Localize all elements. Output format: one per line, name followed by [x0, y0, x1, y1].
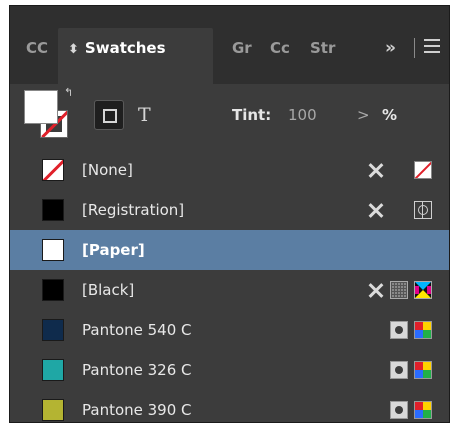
swatch-chip-black — [42, 279, 64, 301]
tab-swatches-label: Swatches — [84, 39, 166, 57]
swatch-controls-row: ↰ T Tint: > % — [10, 84, 449, 150]
panel-tab-bar: CC ⬍ Swatches Gr Cc Str » — [10, 6, 449, 84]
color-mode-icon — [414, 401, 432, 419]
tab-divider — [414, 38, 415, 58]
swatch-name: Pantone 540 C — [82, 321, 192, 339]
spot-color-icon — [390, 321, 408, 339]
swatch-row-black[interactable]: [Black] — [10, 270, 449, 310]
color-mode-icon — [414, 361, 432, 379]
swatch-row-paper[interactable]: [Paper] — [10, 230, 449, 270]
swatch-name: Pantone 326 C — [82, 361, 192, 379]
tab-overflow-chevron-icon[interactable]: » — [385, 28, 396, 68]
tint-slider-arrow-icon[interactable]: > — [357, 98, 370, 132]
magenta-segment — [415, 286, 419, 294]
tab-stroke[interactable]: Str — [310, 28, 346, 68]
no-edit-pencil-icon — [366, 161, 384, 179]
no-edit-pencil-icon — [366, 201, 384, 219]
spot-color-icon — [390, 361, 408, 379]
swatch-chip-pantone-326 — [42, 359, 64, 381]
tab-swatches[interactable]: ⬍ Swatches — [58, 28, 213, 84]
container-square-icon — [103, 109, 117, 123]
swatch-name: [None] — [82, 161, 133, 179]
tab-color[interactable]: Cc — [270, 28, 294, 68]
magenta-segment — [427, 286, 431, 294]
swatch-chip-none — [42, 159, 64, 181]
color-mode-icon — [414, 321, 432, 339]
formatting-affects-text-button[interactable]: T — [138, 98, 158, 132]
spot-color-icon — [390, 401, 408, 419]
swatch-row-registration[interactable]: [Registration] — [10, 190, 449, 230]
panel-menu-icon[interactable] — [424, 39, 440, 55]
swatch-name: [Registration] — [82, 201, 185, 219]
fill-swatch-box[interactable] — [24, 90, 58, 124]
menu-line — [424, 51, 440, 53]
swatch-chip-pantone-390 — [42, 399, 64, 421]
tab-gradient[interactable]: Gr — [232, 28, 256, 68]
swatch-row-pantone-390[interactable]: Pantone 390 C — [10, 390, 449, 422]
swatch-row-pantone-326[interactable]: Pantone 326 C — [10, 350, 449, 390]
swatch-chip-paper — [42, 239, 64, 261]
tab-cc-libraries[interactable]: CC — [26, 28, 48, 68]
fill-stroke-widget: ↰ — [22, 86, 74, 144]
halftone-pattern-icon — [390, 281, 408, 299]
tint-unit-label: % — [382, 106, 398, 124]
tint-label: Tint: — [232, 106, 272, 124]
tab-reorder-icon: ⬍ — [68, 42, 79, 57]
swatch-chip-registration — [42, 199, 64, 221]
swatch-name: [Black] — [82, 281, 135, 299]
tint-input[interactable] — [282, 98, 330, 132]
swatch-row-pantone-540[interactable]: Pantone 540 C — [10, 310, 449, 350]
registration-target-icon — [414, 201, 432, 219]
swap-fill-stroke-icon[interactable]: ↰ — [64, 86, 73, 99]
none-color-type-icon — [414, 161, 432, 179]
swatch-name: Pantone 390 C — [82, 401, 192, 419]
swatch-chip-pantone-540 — [42, 319, 64, 341]
process-color-cmyk-icon — [414, 281, 432, 299]
menu-line — [424, 45, 440, 47]
no-edit-pencil-icon — [366, 281, 384, 299]
swatch-row-none[interactable]: [None] — [10, 150, 449, 190]
swatches-panel: CC ⬍ Swatches Gr Cc Str » ↰ T Tint: > % — [9, 5, 450, 423]
swatch-name: [Paper] — [82, 241, 145, 259]
swatch-list: [None] [Registration] [Paper] [Black] Pa… — [10, 150, 449, 422]
menu-line — [424, 39, 440, 41]
formatting-affects-container-button[interactable] — [94, 100, 124, 130]
